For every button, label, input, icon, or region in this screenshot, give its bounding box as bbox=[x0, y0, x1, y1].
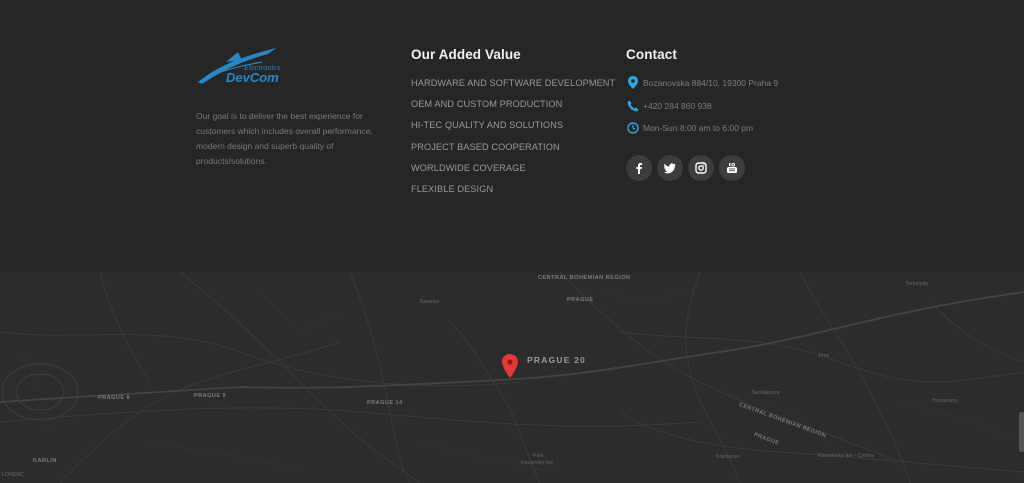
added-value-item[interactable]: FLEXIBLE DESIGN bbox=[411, 183, 615, 204]
map-pin-icon bbox=[626, 76, 639, 89]
added-value-title: Our Added Value bbox=[411, 47, 521, 62]
map-label: PRAGUE bbox=[567, 297, 594, 303]
youtube-button[interactable] bbox=[719, 155, 745, 181]
added-value-item[interactable]: OEM AND CUSTOM PRODUCTION bbox=[411, 98, 615, 119]
facebook-button[interactable] bbox=[626, 155, 652, 181]
added-value-list: HARDWARE AND SOFTWARE DEVELOPMENT OEM AN… bbox=[411, 77, 615, 204]
youtube-icon bbox=[727, 163, 737, 173]
map-label: Park bbox=[533, 453, 545, 459]
address-text: Bozanovska 884/10, 19300 Praha 9 bbox=[643, 77, 779, 88]
instagram-icon bbox=[695, 162, 707, 174]
about-text: Our goal is to deliver the best experien… bbox=[196, 111, 373, 166]
instagram-button[interactable] bbox=[688, 155, 714, 181]
logo-word: DevCom bbox=[226, 70, 279, 85]
phone-icon bbox=[626, 99, 639, 112]
site-footer: Electronics DevCom Our goal is to delive… bbox=[0, 0, 1024, 272]
social-links bbox=[626, 155, 745, 181]
map-label: PRAGUE 14 bbox=[367, 400, 403, 406]
map-label: Jirny bbox=[818, 353, 830, 359]
devcom-logo[interactable]: Electronics DevCom bbox=[196, 46, 296, 90]
map-scrollbar[interactable] bbox=[1019, 412, 1024, 452]
map-label: Sestajovice bbox=[752, 390, 780, 396]
added-value-item[interactable]: WORLDWIDE COVERAGE bbox=[411, 162, 615, 183]
map-label: Satalice bbox=[420, 299, 440, 305]
map-label: PRAGUE 8 bbox=[98, 395, 131, 401]
added-value-item[interactable]: HARDWARE AND SOFTWARE DEVELOPMENT bbox=[411, 77, 615, 98]
twitter-icon bbox=[664, 163, 676, 174]
contact-address: Bozanovska 884/10, 19300 Praha 9 bbox=[626, 76, 778, 89]
hours-text: Mon-Sun 8:00 am to 6:00 pm bbox=[643, 122, 754, 133]
added-value-item[interactable]: HI-TEC QUALITY AND SOLUTIONS bbox=[411, 119, 615, 140]
contact-phone[interactable]: +420 284 860 938 bbox=[626, 99, 712, 112]
map-label: Klanovice bbox=[716, 454, 740, 460]
map-label: PRAGUE 20 bbox=[527, 355, 586, 365]
contact-hours: Mon-Sun 8:00 am to 6:00 pm bbox=[626, 121, 753, 134]
contact-title: Contact bbox=[626, 47, 677, 62]
phone-text[interactable]: +420 284 860 938 bbox=[643, 101, 712, 111]
clock-icon bbox=[626, 121, 639, 134]
map-label: Kavansky Ins bbox=[521, 460, 554, 466]
added-value-item[interactable]: PROJECT BASED COOPERATION bbox=[411, 141, 615, 162]
facebook-icon bbox=[636, 163, 642, 174]
map-label: KARLIN bbox=[33, 458, 57, 464]
map-label: Horousany bbox=[932, 398, 958, 404]
map-label: Klanovicky les - Cyrilov bbox=[818, 453, 875, 459]
map-label: LORENC bbox=[2, 472, 25, 478]
twitter-button[interactable] bbox=[657, 155, 683, 181]
map-marker-icon[interactable] bbox=[502, 354, 518, 378]
map-label: PRAGUE 9 bbox=[194, 393, 227, 399]
location-map[interactable]: CENTRAL BOHEMIAN REGION PRAGUE Satalice … bbox=[0, 272, 1024, 483]
map-label: CENTRAL BOHEMIAN REGION bbox=[538, 275, 631, 281]
map-label: Nehvizdy bbox=[906, 281, 929, 287]
